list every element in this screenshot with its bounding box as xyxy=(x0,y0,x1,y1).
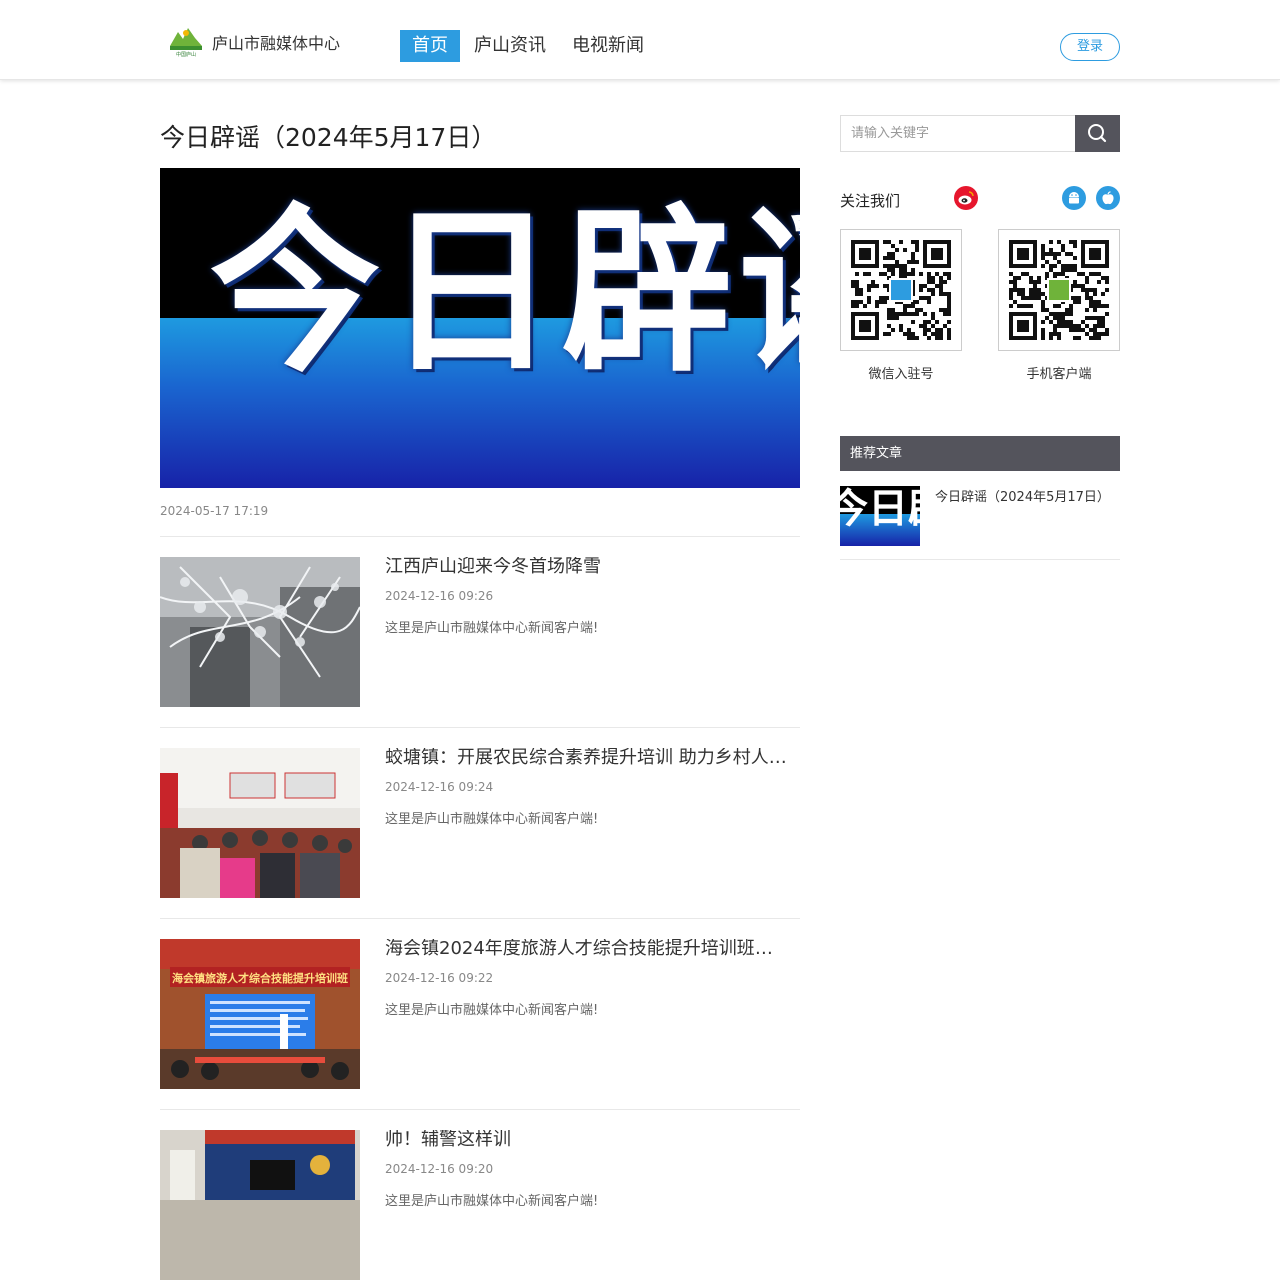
weibo-icon[interactable] xyxy=(954,186,978,210)
recommend-title[interactable]: 今日辟谣（2024年5月17日） xyxy=(935,486,1125,505)
news-title[interactable]: 海会镇2024年度旅游人才综合技能提升培训班成功举办 xyxy=(385,939,790,959)
search-input[interactable] xyxy=(841,116,1076,151)
divider xyxy=(160,536,800,537)
divider xyxy=(840,559,1120,560)
logo-text: 庐山市融媒体中心 xyxy=(212,34,341,53)
recommend-header: 推荐文章 xyxy=(840,436,1120,471)
qr-label-app: 手机客户端 xyxy=(1026,367,1092,382)
qr-code-app xyxy=(998,229,1120,351)
article-title: 今日辟谣（2024年5月17日） xyxy=(160,123,497,152)
logo-mark-caption: 中国庐山 xyxy=(176,51,196,58)
site-header: 中国庐山 庐山市融媒体中心 首页 庐山资讯 电视新闻 登录 xyxy=(0,0,1280,80)
news-title[interactable]: 蛟塘镇：开展农民综合素养提升培训 助力乡村人才振兴 xyxy=(385,748,790,768)
news-date: 2024-12-16 09:26 xyxy=(385,589,494,603)
news-item[interactable]: 蛟塘镇：开展农民综合素养提升培训 助力乡村人才振兴 2024-12-16 09:… xyxy=(160,748,800,898)
recommend-thumb-text: 今日辟谣 xyxy=(840,486,920,532)
news-title[interactable]: 江西庐山迎来今冬首场降雪 xyxy=(385,557,790,577)
news-item[interactable]: 帅！辅警这样训 2024-12-16 09:20 这里是庐山市融媒体中心新闻客户… xyxy=(160,1130,800,1280)
news-desc: 这里是庐山市融媒体中心新闻客户端! xyxy=(385,812,599,827)
recommend-item[interactable]: 今日辟谣 今日辟谣（2024年5月17日） xyxy=(840,486,1120,560)
news-desc: 这里是庐山市融媒体中心新闻客户端! xyxy=(385,621,599,636)
news-title[interactable]: 帅！辅警这样训 xyxy=(385,1130,790,1150)
login-button[interactable]: 登录 xyxy=(1060,33,1120,61)
qr-code-wechat xyxy=(840,229,962,351)
news-desc: 这里是庐山市融媒体中心新闻客户端! xyxy=(385,1194,599,1209)
site-logo[interactable]: 中国庐山 庐山市融媒体中心 xyxy=(168,24,340,60)
news-date: 2024-12-16 09:22 xyxy=(385,971,494,985)
qr-label-wechat: 微信入驻号 xyxy=(868,367,934,382)
nav-item-home[interactable]: 首页 xyxy=(400,30,460,62)
divider xyxy=(160,727,800,728)
news-date: 2024-12-16 09:24 xyxy=(385,780,494,794)
search-box xyxy=(840,115,1120,152)
divider xyxy=(160,918,800,919)
logo-mark-icon: 中国庐山 xyxy=(168,24,204,60)
nav-item-lushan-news[interactable]: 庐山资讯 xyxy=(462,30,558,62)
apple-icon[interactable] xyxy=(1096,186,1120,210)
news-thumb-image[interactable] xyxy=(160,748,360,898)
nav-item-tv-news[interactable]: 电视新闻 xyxy=(560,30,656,62)
android-icon[interactable] xyxy=(1062,186,1086,210)
article-banner-image: 今日辟谣 xyxy=(160,168,800,488)
news-item[interactable]: 江西庐山迎来今冬首场降雪 2024-12-16 09:26 这里是庐山市融媒体中… xyxy=(160,557,800,707)
news-thumb-image[interactable] xyxy=(160,557,360,707)
news-desc: 这里是庐山市融媒体中心新闻客户端! xyxy=(385,1003,599,1018)
follow-us-label: 关注我们 xyxy=(840,192,901,210)
search-button[interactable] xyxy=(1075,115,1120,152)
news-item[interactable]: 海会镇旅游人才综合技能提升培训班 海会镇2024年度旅游人才综合技能提升培训班成… xyxy=(160,939,800,1089)
divider xyxy=(160,1109,800,1110)
news-thumb-banner-text: 海会镇旅游人才综合技能提升培训班 xyxy=(172,971,348,985)
news-thumb-image[interactable]: 海会镇旅游人才综合技能提升培训班 xyxy=(160,939,360,1089)
main-nav: 首页 庐山资讯 电视新闻 xyxy=(400,30,658,62)
recommend-thumb-image[interactable]: 今日辟谣 xyxy=(840,486,920,546)
search-icon xyxy=(1088,124,1107,143)
news-date: 2024-12-16 09:20 xyxy=(385,1162,494,1176)
news-thumb-image[interactable] xyxy=(160,1130,360,1280)
article-date: 2024-05-17 17:19 xyxy=(160,504,269,518)
banner-text: 今日辟谣 xyxy=(210,189,800,397)
